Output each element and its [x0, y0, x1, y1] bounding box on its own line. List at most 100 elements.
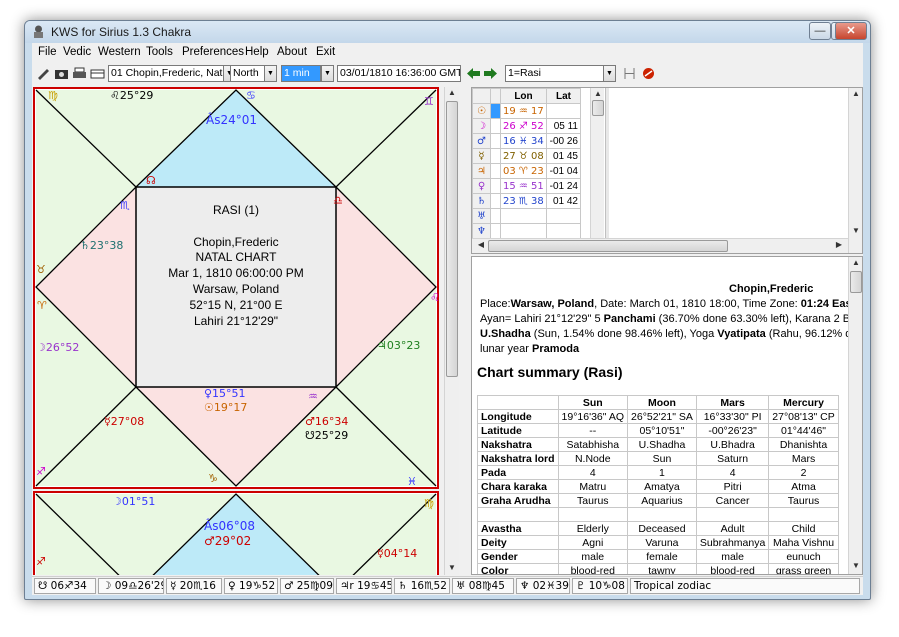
planet-symbol: ♆: [472, 223, 491, 239]
split-icon[interactable]: [622, 67, 637, 80]
summary-row-label: Chara karaka: [477, 479, 559, 494]
planet-icon[interactable]: [641, 67, 656, 80]
row-selector[interactable]: [490, 103, 501, 119]
summary-cell: N.Node: [557, 451, 629, 466]
menu-help[interactable]: Help: [245, 46, 269, 58]
step-dropdown-arrow[interactable]: ▼: [321, 65, 334, 82]
chart-select[interactable]: 1=Rasi: [505, 65, 605, 82]
summary-header: Moon: [627, 395, 697, 410]
planet-row[interactable]: ♆: [472, 223, 581, 239]
report-scrollbar[interactable]: ▲ ▼: [848, 257, 862, 574]
planet-row[interactable]: ☽ 26 ♐ 52 05 11: [472, 118, 581, 134]
scroll-up-arrow[interactable]: ▲: [849, 258, 862, 267]
camera-icon[interactable]: [54, 67, 69, 80]
summary-table: Sun Moon Mars Mercury Longitude 19°16'36" AQ…: [477, 395, 839, 574]
planet-col-header: [490, 88, 501, 104]
summary-cell: 4: [695, 465, 770, 480]
planet-status: ♂ 25♍09: [280, 578, 334, 594]
printer-icon[interactable]: [72, 67, 87, 80]
person-select[interactable]: 01 Chopin,Frederic, Natal: [108, 65, 224, 82]
pane-splitter[interactable]: [605, 88, 609, 238]
menu-exit[interactable]: Exit: [316, 46, 335, 58]
planet-lon: 23 ♏ 38: [500, 193, 547, 209]
planet-lat: -01 04: [546, 163, 581, 179]
menu-file[interactable]: File: [38, 46, 57, 58]
card-icon[interactable]: [90, 67, 105, 80]
summary-cell: Saturn: [695, 451, 770, 466]
summary-row: Deity Agni Varuna Subrahmanya Maha Vishnu: [477, 535, 839, 550]
planet-right-scrollbar[interactable]: ▲ ▼: [848, 88, 862, 253]
planet-row[interactable]: ☉ 19 ♒ 17: [472, 103, 581, 119]
row-selector[interactable]: [490, 163, 501, 179]
row-selector[interactable]: [490, 148, 501, 164]
scroll-right-arrow[interactable]: ▶: [832, 240, 846, 249]
row-selector[interactable]: [490, 223, 501, 239]
planet-hscrollbar[interactable]: ◀ ▶: [472, 238, 848, 253]
menu-vedic[interactable]: Vedic: [63, 46, 91, 58]
summary-cell: Deceased: [627, 521, 697, 536]
summary-row-label: Longitude: [477, 409, 559, 424]
lat-header[interactable]: Lat: [546, 88, 581, 104]
forward-arrow-icon[interactable]: [483, 67, 498, 80]
scroll-thumb[interactable]: [850, 271, 862, 293]
planet-row[interactable]: ♃ 03 ♈ 23 -01 04: [472, 163, 581, 179]
row-selector[interactable]: [490, 133, 501, 149]
menu-about[interactable]: About: [277, 46, 307, 58]
planet-row[interactable]: ♄ 23 ♏ 38 01 42: [472, 193, 581, 209]
row-selector[interactable]: [490, 118, 501, 134]
planet-row[interactable]: ♂ 16 ♓ 34 -00 26: [472, 133, 581, 149]
rasi-label: ♓: [407, 475, 417, 488]
chart-dropdown-arrow[interactable]: ▼: [603, 65, 616, 82]
planet-row[interactable]: ♅: [472, 208, 581, 224]
toolbar: 01 Chopin,Frederic, Natal ▼ North ▼ 1 mi…: [32, 63, 863, 85]
scroll-thumb[interactable]: [488, 240, 728, 252]
report-line-3: U.Shadha (Sun, 1.54% done 98.46% left), …: [480, 328, 858, 340]
planet-lon: 03 ♈ 23: [500, 163, 547, 179]
scroll-up-arrow[interactable]: ▲: [445, 88, 459, 97]
summary-cell: Adult: [695, 521, 770, 536]
scroll-up-arrow[interactable]: ▲: [591, 89, 605, 98]
navamsa-label: ♍: [424, 497, 434, 510]
menu-preferences[interactable]: Preferences: [182, 46, 244, 58]
summary-row: Avastha Elderly Deceased Adult Child: [477, 521, 839, 536]
hemisphere-dropdown-arrow[interactable]: ▼: [264, 65, 277, 82]
chart-scrollbar[interactable]: ▲ ▼: [444, 87, 459, 575]
scroll-down-arrow[interactable]: ▼: [445, 563, 459, 572]
close-button[interactable]: ✕: [835, 22, 867, 40]
title-bar[interactable]: KWS for Sirius 1.3 Chakra — ▢: [25, 21, 870, 43]
planet-row[interactable]: ♀ 15 ♒ 51 -01 24: [472, 178, 581, 194]
datetime-input[interactable]: 03/01/1810 16:36:00 GMT: [337, 65, 461, 82]
window-title: KWS for Sirius 1.3 Chakra: [51, 25, 192, 39]
scroll-up-arrow[interactable]: ▲: [849, 89, 863, 98]
planet-positions-pane: Lon Lat ☉ 19 ♒ 17 ☽ 26 ♐ 52 05 11 ♂ 16 ♓ 34 -00…: [471, 87, 863, 254]
planet-lat: -00 26: [546, 133, 581, 149]
row-selector[interactable]: [490, 178, 501, 194]
planet-table-scrollbar[interactable]: ▲: [590, 88, 604, 238]
rasi-label: ♒: [308, 390, 318, 403]
planet-row[interactable]: ☿ 27 ♉ 08 01 45: [472, 148, 581, 164]
scroll-down-arrow[interactable]: ▼: [849, 226, 863, 235]
rasi-label: ♊: [424, 95, 434, 108]
menu-tools[interactable]: Tools: [146, 46, 173, 58]
hemisphere-select[interactable]: North: [230, 65, 266, 82]
scroll-thumb[interactable]: [446, 101, 458, 377]
scroll-thumb[interactable]: [592, 100, 604, 116]
row-selector[interactable]: [490, 193, 501, 209]
rasi-label: ♃03°23: [377, 339, 420, 352]
summary-cell: 27°08'13" CP: [768, 409, 839, 424]
rasi-label: ♀15°51: [204, 387, 246, 400]
menu-western[interactable]: Western: [98, 46, 141, 58]
minimize-button[interactable]: —: [809, 22, 831, 40]
summary-header: Mars: [695, 395, 770, 410]
summary-row: Gender male female male eunuch: [477, 549, 839, 564]
summary-cell: 01°44'46": [768, 423, 839, 438]
step-select[interactable]: 1 min: [281, 65, 321, 82]
pen-icon[interactable]: [36, 67, 51, 80]
lon-header[interactable]: Lon: [500, 88, 547, 104]
summary-header: [477, 395, 559, 410]
row-selector[interactable]: [490, 208, 501, 224]
back-arrow-icon[interactable]: [466, 67, 481, 80]
scroll-left-arrow[interactable]: ◀: [474, 240, 488, 249]
rasi-label: ♌25°29: [110, 89, 153, 102]
scroll-down-arrow[interactable]: ▼: [849, 561, 862, 570]
